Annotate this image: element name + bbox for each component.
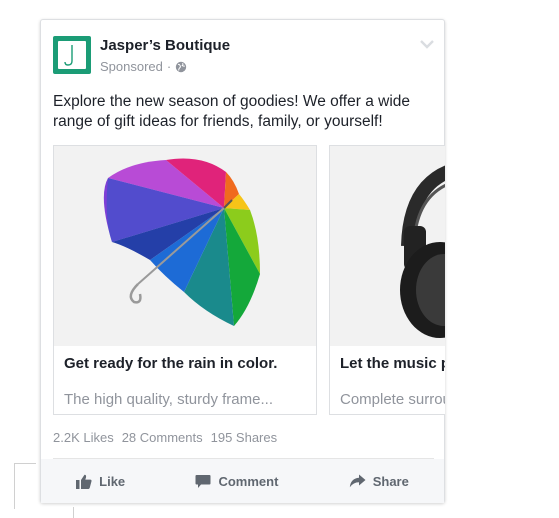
umbrella-handle	[129, 283, 142, 304]
guide-line-vertical	[14, 463, 15, 509]
like-button[interactable]: Like	[76, 474, 125, 489]
umbrella-image[interactable]	[54, 146, 316, 346]
product-description: Complete surround s	[340, 391, 445, 408]
page-avatar[interactable]	[53, 36, 91, 74]
thumbs-up-icon	[76, 474, 92, 489]
like-label: Like	[99, 473, 126, 489]
boutique-logo-icon	[58, 41, 86, 69]
globe-icon	[176, 61, 187, 72]
share-icon	[349, 474, 366, 488]
product-description: The high quality, sturdy frame...	[64, 391, 273, 408]
guide-line-horizontal	[14, 463, 36, 464]
sponsored-post-card: Jasper’s Boutique Sponsored · Explore th…	[40, 19, 445, 503]
share-button[interactable]: Share	[349, 474, 409, 489]
page-name[interactable]: Jasper’s Boutique	[100, 37, 230, 54]
likes-count[interactable]: 2.2K Likes	[53, 430, 114, 445]
chevron-down-icon[interactable]	[419, 38, 435, 50]
product-title[interactable]: Let the music play l clear.	[340, 354, 445, 373]
comment-label: Comment	[218, 473, 279, 489]
product-title[interactable]: Get ready for the rain in color.	[64, 354, 308, 373]
sponsored-row: Sponsored ·	[100, 59, 187, 74]
action-bar: Like Comment Share	[41, 459, 444, 503]
carousel-card[interactable]: Get ready for the rain in color. The hig…	[53, 145, 317, 415]
headphones-image[interactable]	[330, 146, 445, 346]
product-carousel[interactable]: Get ready for the rain in color. The hig…	[53, 145, 445, 417]
comments-count[interactable]: 28 Comments	[122, 430, 203, 445]
engagement-stats: 2.2K Likes 28 Comments 195 Shares	[53, 430, 277, 445]
comment-button[interactable]: Comment	[195, 474, 278, 489]
guide-tick	[73, 507, 74, 518]
separator-dot: ·	[166, 59, 172, 74]
comment-icon	[195, 474, 211, 488]
shares-count[interactable]: 195 Shares	[211, 430, 278, 445]
post-text: Explore the new season of goodies! We of…	[53, 93, 411, 130]
carousel-card[interactable]: Let the music play l clear. Complete sur…	[329, 145, 445, 415]
sponsored-label[interactable]: Sponsored	[100, 59, 163, 74]
share-label: Share	[372, 473, 409, 489]
umbrella-canopy	[103, 158, 260, 326]
